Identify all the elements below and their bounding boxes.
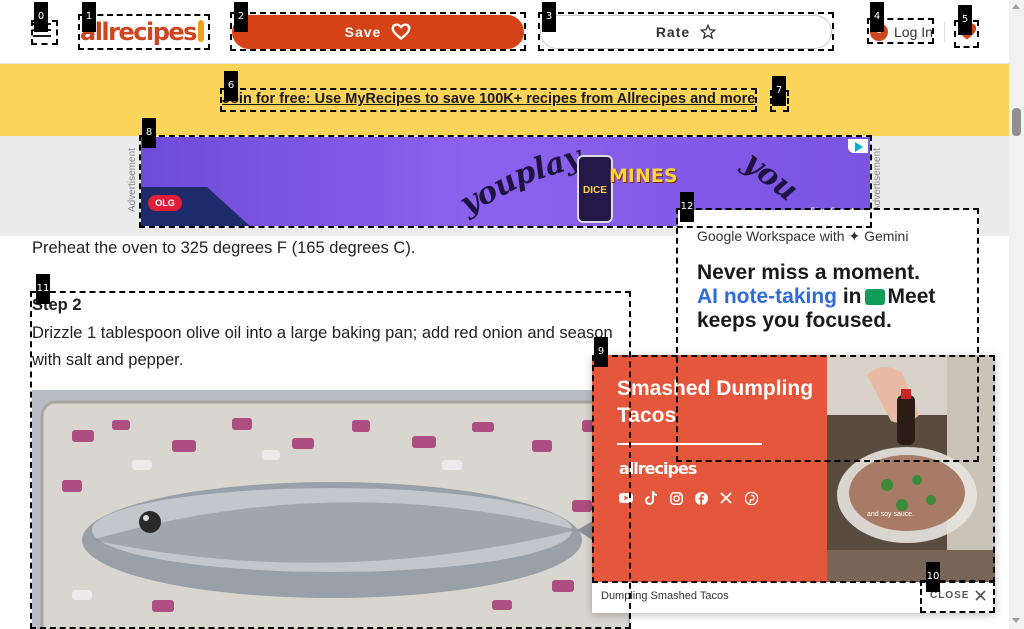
ad-choices-icon[interactable] [848,139,868,153]
video-title-card: Smashed Dumpling Tacos allrecipes [592,355,827,582]
ad-mines-label: MINES [609,165,678,187]
highlight-tag: 5 [958,5,972,35]
highlight-tag: 3 [542,2,556,32]
olg-badge: OLG [148,195,182,211]
meet-icon [864,289,885,305]
step-2-text: Drizzle 1 tablespoon olive oil into a la… [32,324,613,369]
save-button[interactable]: Save [232,15,524,49]
save-label: Save [344,24,382,40]
highlight-tag: 10 [926,562,940,592]
heart-outline-icon [391,23,411,40]
advertisement-label-right: Advertisement [872,148,883,212]
tiktok-icon [644,491,658,505]
rate-label: Rate [655,24,691,40]
rail-ad-headline: Never miss a moment. AI note-taking in Me… [697,261,967,333]
step-2-photo [32,390,630,629]
scroll-up-arrow-icon[interactable] [1012,4,1020,9]
star-outline-icon [700,24,717,40]
rail-ad-line-2: AI note-taking in Meet [697,285,967,309]
rail-ad-line-1: Never miss a moment. [697,261,920,284]
video-brand-logo: allrecipes [619,459,697,478]
highlight-tag: 9 [594,337,608,367]
advertisement-label-left: Advertisement [127,148,138,212]
video-caption: Dumpling Smashed Tacos [601,590,729,602]
header-divider [944,22,945,42]
highlight-tag: 0 [34,2,48,32]
site-header: allrecipes Save Rate Log In [0,0,1009,64]
x-icon [719,491,733,505]
highlight-tag: 11 [36,274,50,304]
step-1-text: Preheat the oven to 325 degrees F (165 d… [32,239,416,257]
highlight-tag: 4 [870,2,884,32]
highlight-tag: 7 [772,76,786,106]
login-label: Log In [894,24,933,40]
video-overlay-text: and soy sauce. [867,511,915,518]
rate-button[interactable]: Rate [540,15,832,49]
facebook-icon [694,491,708,505]
logo-dot-icon [197,20,204,42]
rail-ad-brand: Google Workspace with ✦ Gemini [697,228,909,244]
instagram-icon [669,491,683,505]
scrollbar-thumb[interactable] [1012,108,1021,136]
rail-ad-line-3: keeps you focused. [697,309,892,332]
rail-ad-line-2-rest: in [842,285,862,308]
video-frame: and soy sauce. [827,355,995,582]
ad-word-you-2: you [736,144,805,209]
ad-word-play: play [509,139,586,194]
highlight-tag: 8 [142,118,156,148]
video-social-icons [619,491,758,505]
pinterest-icon [744,491,758,505]
allrecipes-logo[interactable]: allrecipes [80,16,204,48]
scroll-down-arrow-icon[interactable] [1012,618,1020,623]
highlight-tag: 6 [224,71,238,101]
video-title-divider [617,443,762,445]
page: allrecipes Save Rate Log In Join for fre… [0,0,1024,629]
close-icon [975,590,987,601]
youtube-icon [619,491,633,505]
highlight-tag: 1 [82,2,96,32]
logo-text: allrecipes [80,18,197,46]
vertical-scrollbar[interactable] [1009,0,1024,629]
rail-ad-line-2-blue: AI note-taking [697,285,837,308]
video-title: Smashed Dumpling Tacos [617,377,814,427]
highlight-tag: 12 [680,192,694,222]
ad-dice-label: DICE [583,185,607,196]
join-free-link[interactable]: Join for free: Use MyRecipes to save 100… [222,91,755,107]
rail-ad-line-2-meet: Meet [887,285,936,308]
highlight-tag: 2 [234,2,248,32]
